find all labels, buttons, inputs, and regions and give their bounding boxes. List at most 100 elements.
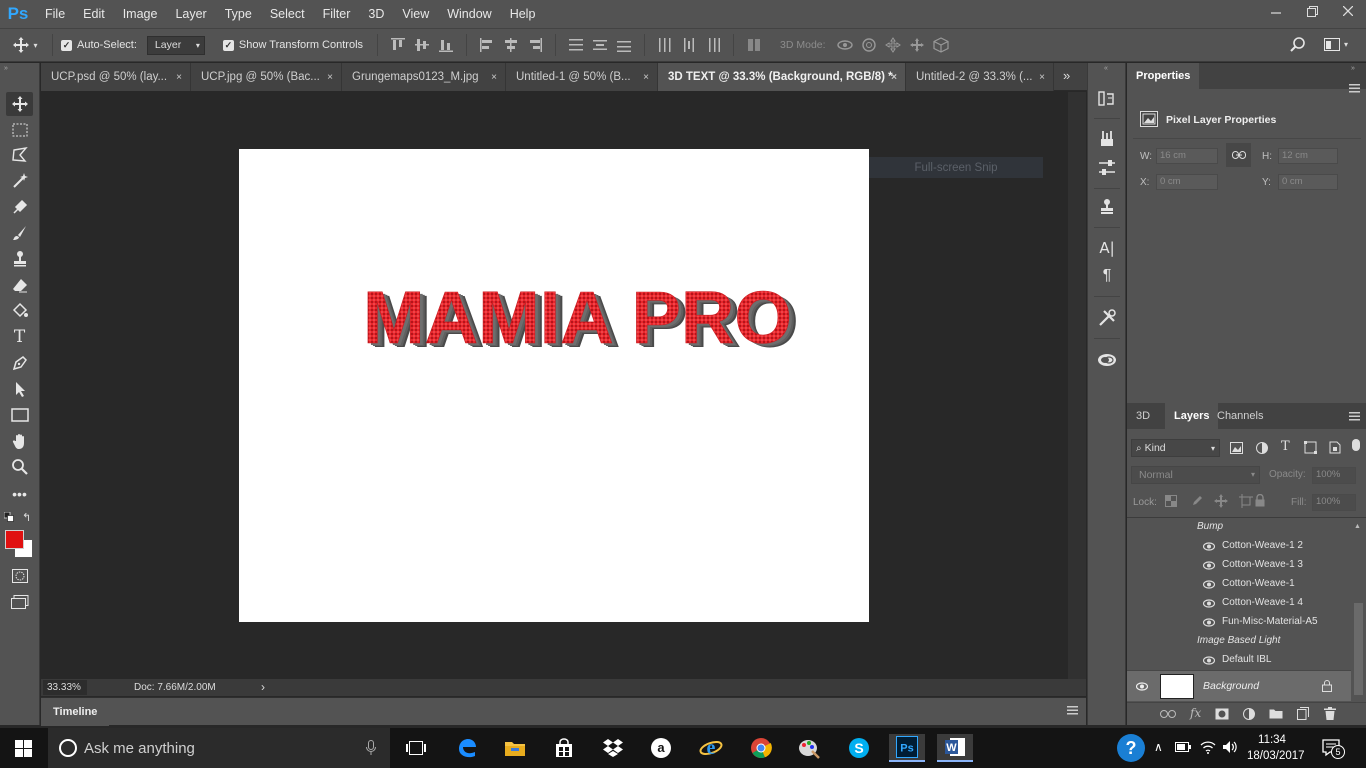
filter-kind-dropdown[interactable]: ⌕ Kind ▾ xyxy=(1131,439,1220,457)
scroll-up-icon[interactable]: ▲ xyxy=(1354,523,1361,530)
opacity-field[interactable]: 100% xyxy=(1312,467,1356,484)
layers-scrollbar[interactable]: ▲ xyxy=(1351,518,1366,701)
y-position-field[interactable]: 0 cm xyxy=(1278,174,1338,190)
link-dimensions-button[interactable] xyxy=(1226,143,1251,167)
filter-type-icon[interactable]: T xyxy=(1281,439,1290,454)
libraries-icon[interactable] xyxy=(1096,348,1118,370)
status-menu-arrow-icon[interactable]: › xyxy=(261,679,265,696)
width-field[interactable]: 16 cm xyxy=(1156,148,1218,164)
new-adjustment-layer-icon[interactable] xyxy=(1243,708,1255,720)
edit-toolbar-button[interactable]: ••• xyxy=(6,482,33,506)
swap-colors-icon[interactable]: ↰ xyxy=(22,511,31,524)
restore-icon[interactable] xyxy=(1294,0,1330,22)
zoom-tool[interactable] xyxy=(6,455,33,479)
align-right-edges-icon[interactable] xyxy=(526,37,544,53)
collapse-panel-icon[interactable]: « xyxy=(1104,65,1108,72)
close-icon[interactable]: × xyxy=(491,72,497,83)
align-vertical-centers-icon[interactable] xyxy=(413,37,431,53)
eraser-tool[interactable] xyxy=(6,273,33,297)
show-hidden-icons-chevron-icon[interactable]: ∧ xyxy=(1154,740,1163,754)
auto-align-layers-icon[interactable] xyxy=(745,37,763,53)
layer-style-fx-icon[interactable]: fx xyxy=(1190,706,1201,720)
lock-image-pixels-icon[interactable] xyxy=(1190,495,1202,507)
eye-icon[interactable] xyxy=(1136,681,1148,692)
tab-timeline[interactable]: Timeline xyxy=(41,698,110,726)
show-transform-controls-checkbox[interactable]: ✓ Show Transform Controls xyxy=(222,39,363,51)
tab-grungemaps[interactable]: Grungemaps0123_M.jpg × xyxy=(342,63,506,91)
eye-icon[interactable] xyxy=(1203,579,1215,590)
quick-selection-tool[interactable] xyxy=(6,169,33,193)
type-tool[interactable]: T xyxy=(6,325,33,349)
list-item[interactable]: Cotton-Weave-1 3 xyxy=(1127,556,1351,575)
history-icon[interactable] xyxy=(1096,87,1118,109)
battery-icon[interactable] xyxy=(1175,742,1191,752)
auto-select-checkbox[interactable]: ✓ Auto-Select: xyxy=(61,39,137,51)
3d-drag-icon[interactable] xyxy=(884,37,902,53)
tab-properties[interactable]: Properties xyxy=(1127,63,1200,89)
collapse-panel-icon[interactable]: » xyxy=(1351,65,1355,72)
foreground-color-swatch[interactable] xyxy=(5,530,24,549)
eyedropper-tool[interactable] xyxy=(6,195,33,219)
tab-3d[interactable]: 3D xyxy=(1127,403,1159,429)
store-icon[interactable] xyxy=(546,734,582,762)
eye-icon[interactable] xyxy=(1203,598,1215,609)
filter-pixel-icon[interactable] xyxy=(1230,442,1243,454)
quick-mask-button[interactable] xyxy=(6,564,33,588)
3d-roll-icon[interactable] xyxy=(860,37,878,53)
auto-select-target-dropdown[interactable]: Layer ▾ xyxy=(146,35,205,55)
vertical-scrollbar[interactable] xyxy=(1068,92,1086,679)
lock-artboard-icon[interactable] xyxy=(1239,494,1253,508)
character-panel-icon[interactable]: A| xyxy=(1096,237,1118,259)
edge-browser-icon[interactable] xyxy=(449,734,485,762)
3d-slide-icon[interactable] xyxy=(908,37,926,53)
taskbar-search-box[interactable]: Ask me anything xyxy=(48,728,390,768)
list-item[interactable]: Cotton-Weave-1 xyxy=(1127,575,1351,594)
x-position-field[interactable]: 0 cm xyxy=(1156,174,1218,190)
document-canvas[interactable]: MAMIA PRO MAMIA PRO MAMIA PRO MAMIA PRO xyxy=(239,149,869,622)
height-field[interactable]: 12 cm xyxy=(1278,148,1338,164)
close-icon[interactable] xyxy=(1330,0,1366,22)
menu-image[interactable]: Image xyxy=(114,0,167,28)
align-horizontal-centers-icon[interactable] xyxy=(502,37,520,53)
brush-presets-icon[interactable] xyxy=(1096,127,1118,149)
menu-edit[interactable]: Edit xyxy=(74,0,114,28)
tab-3d-text[interactable]: 3D TEXT @ 33.3% (Background, RGB/8) * × xyxy=(658,63,906,91)
3d-scale-icon[interactable] xyxy=(932,37,950,53)
distribute-right-icon[interactable] xyxy=(704,37,722,53)
eye-icon[interactable] xyxy=(1203,541,1215,552)
tab-channels[interactable]: Channels xyxy=(1208,403,1272,429)
clone-source-icon[interactable] xyxy=(1096,196,1118,218)
skype-icon[interactable]: S xyxy=(841,734,877,762)
layer-row-background[interactable]: Background xyxy=(1127,670,1351,701)
brush-tool[interactable] xyxy=(6,221,33,245)
tab-overflow-icon[interactable]: » xyxy=(1063,68,1070,83)
tab-untitled-1[interactable]: Untitled-1 @ 50% (B... × xyxy=(506,63,658,91)
align-bottom-edges-icon[interactable] xyxy=(437,37,455,53)
distribute-bottom-icon[interactable] xyxy=(615,37,633,53)
menu-layer[interactable]: Layer xyxy=(166,0,215,28)
menu-type[interactable]: Type xyxy=(216,0,261,28)
tab-untitled-2[interactable]: Untitled-2 @ 33.3% (... × xyxy=(906,63,1054,91)
lock-position-icon[interactable] xyxy=(1214,494,1228,508)
paragraph-panel-icon[interactable]: ¶ xyxy=(1096,265,1118,287)
paint-app-icon[interactable] xyxy=(791,734,827,762)
close-icon[interactable]: × xyxy=(643,72,649,83)
blend-mode-dropdown[interactable]: Normal ▾ xyxy=(1131,466,1260,484)
search-icon[interactable] xyxy=(1290,37,1306,53)
distribute-vertical-centers-icon[interactable] xyxy=(591,37,609,53)
dropbox-icon[interactable] xyxy=(595,734,631,762)
new-layer-icon[interactable] xyxy=(1297,707,1309,720)
scrollbar-thumb[interactable] xyxy=(1354,603,1363,695)
distribute-top-icon[interactable] xyxy=(567,37,585,53)
menu-file[interactable]: File xyxy=(36,0,74,28)
distribute-horizontal-centers-icon[interactable] xyxy=(680,37,698,53)
panel-menu-icon[interactable] xyxy=(1349,412,1360,421)
eye-icon[interactable] xyxy=(1203,655,1215,666)
panel-menu-icon[interactable] xyxy=(1349,84,1360,93)
microphone-icon[interactable] xyxy=(366,740,376,756)
align-top-edges-icon[interactable] xyxy=(389,37,407,53)
workspace-switcher[interactable]: ▾ xyxy=(1324,38,1348,51)
path-selection-tool[interactable] xyxy=(6,377,33,401)
filter-toggle-switch[interactable] xyxy=(1352,439,1360,451)
tab-ucp-psd[interactable]: UCP.psd @ 50% (lay... × xyxy=(41,63,191,91)
